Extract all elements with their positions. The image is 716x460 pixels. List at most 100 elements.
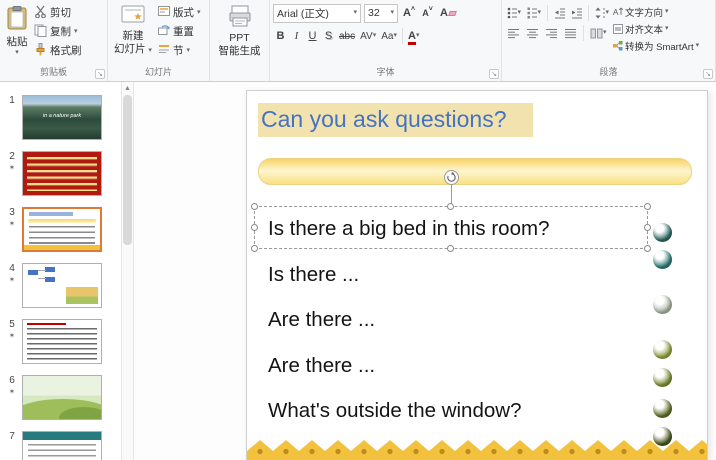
format-painter-button[interactable]: 格式刷 [31,41,85,60]
slide-thumbnail-image[interactable] [22,263,102,308]
align-left-button[interactable] [505,23,522,43]
font-color-dropdown-icon[interactable]: ▾ [416,32,420,40]
resize-handle-middle-right[interactable] [644,223,651,231]
cut-label: 剪切 [50,7,71,19]
increase-indent-button[interactable] [569,3,584,23]
list-bullet-sphere[interactable] [653,223,672,242]
slide-thumbnail-1[interactable]: 1 in a nature park [5,95,121,140]
animation-star-icon: ✶ [8,331,16,340]
paragraph-dialog-launcher[interactable]: ↘ [703,69,713,79]
align-right-button[interactable] [543,23,560,43]
slide-thumbnail-image[interactable] [22,375,102,420]
thumbnails-scrollbar[interactable]: ▲ [121,82,134,460]
text-direction-dropdown-icon[interactable]: ▾ [665,8,669,16]
cut-button[interactable]: 剪切 [31,3,85,22]
character-spacing-button[interactable]: AV ▾ [358,26,378,46]
align-text-button[interactable]: 对齐文本 ▾ [613,20,709,37]
slide[interactable]: Can you ask questions? Is there a big be… [246,90,708,460]
change-case-button[interactable]: Aa ▾ [379,26,399,46]
change-case-dropdown-icon[interactable]: ▾ [393,32,397,40]
new-slide-label-line1: 新建 [122,30,144,42]
text-direction-button[interactable]: A 文字方向 ▾ [613,3,709,20]
slide-thumbnail-image[interactable] [22,151,102,196]
question-line[interactable]: Are there ... [261,343,645,389]
clipboard-dialog-launcher[interactable]: ↘ [95,69,105,79]
slide-thumbnail-2[interactable]: 2 ✶ [5,151,121,196]
decorative-banner-shape[interactable] [258,158,692,185]
columns-button[interactable]: ▾ [588,23,609,43]
slide-thumbnail-7[interactable]: 7 [5,431,121,460]
columns-dropdown-icon[interactable]: ▾ [603,29,607,37]
layout-button[interactable]: 版式 ▾ [155,3,204,22]
scroll-up-icon[interactable]: ▲ [122,82,133,95]
slide-thumbnail-6[interactable]: 6 ✶ [5,375,121,420]
font-name-combo[interactable]: Arial (正文) ▾ [273,3,361,23]
decrease-indent-button[interactable] [552,3,567,23]
resize-handle-top-right[interactable] [644,203,651,210]
list-bullet-sphere[interactable] [653,399,672,418]
strikethrough-button[interactable]: abc [337,26,357,46]
slide-thumbnail-4[interactable]: 4 ✶ [5,263,121,308]
paste-dropdown-icon[interactable]: ▾ [15,49,19,57]
slide-thumbnail-5[interactable]: 5 ✶ [5,319,121,364]
bullets-dropdown-icon[interactable]: ▾ [517,9,521,17]
convert-smartart-dropdown-icon[interactable]: ▾ [696,42,700,50]
reset-button[interactable]: 重置 [155,22,204,41]
align-center-button[interactable] [524,23,541,43]
question-line[interactable]: What's outside the window? [261,388,645,434]
increase-font-size-button[interactable]: A ˄ [401,3,417,23]
copy-icon [34,24,47,40]
font-size-combo[interactable]: 32 ▾ [364,3,398,23]
decorative-zigzag-border[interactable] [247,438,707,460]
rotate-handle[interactable] [444,170,459,185]
character-spacing-dropdown-icon[interactable]: ▾ [373,32,377,40]
new-slide-dropdown-icon[interactable]: ▾ [148,47,152,54]
new-slide-button[interactable]: 新建 幻灯片 ▾ [111,3,155,58]
numbering-button[interactable]: ▾ [525,3,543,23]
question-line[interactable]: Is there ... [261,252,645,298]
layout-dropdown-icon[interactable]: ▾ [197,9,201,17]
question-line[interactable]: Are there ... [261,297,645,343]
font-color-button[interactable]: A ▾ [406,26,421,46]
font-name-dropdown-icon[interactable]: ▾ [353,9,357,17]
list-bullet-sphere[interactable] [653,295,672,314]
section-dropdown-icon[interactable]: ▾ [186,47,190,55]
resize-handle-bottom-left[interactable] [251,245,258,252]
scrollbar-thumb[interactable] [123,95,132,245]
text-shadow-button[interactable]: S [321,26,336,46]
question-line[interactable]: Is there a big bed in this room? [261,206,645,252]
slide-thumbnail-image[interactable] [22,431,102,460]
decrease-font-size-button[interactable]: A ˅ [420,3,435,23]
ppt-generate-button[interactable]: PPT 智能生成 [216,3,264,60]
resize-handle-bottom-right[interactable] [644,245,651,252]
align-text-dropdown-icon[interactable]: ▾ [665,25,669,33]
underline-button[interactable]: U [305,26,320,46]
list-bullet-sphere[interactable] [653,340,672,359]
list-bullet-sphere[interactable] [653,250,672,269]
bold-button[interactable]: B [273,26,288,46]
line-spacing-button[interactable]: ▾ [593,3,611,23]
numbering-dropdown-icon[interactable]: ▾ [537,9,541,17]
bullets-button[interactable]: ▾ [505,3,523,23]
resize-handle-middle-left[interactable] [251,223,258,231]
font-dialog-launcher[interactable]: ↘ [489,69,499,79]
section-button[interactable]: 节 ▾ [155,41,204,60]
list-bullet-sphere[interactable] [653,368,672,387]
justify-button[interactable] [562,23,579,43]
font-size-dropdown-icon[interactable]: ▾ [390,9,394,17]
clear-formatting-button[interactable]: A [438,3,458,23]
slide-thumbnail-image[interactable] [22,207,102,252]
copy-dropdown-icon[interactable]: ▾ [74,28,78,36]
convert-smartart-button[interactable]: 转换为 SmartArt ▾ [613,37,709,54]
line-spacing-dropdown-icon[interactable]: ▾ [605,9,609,17]
slide-title[interactable]: Can you ask questions? [258,103,533,137]
convert-smartart-label: 转换为 SmartArt [625,41,694,53]
slide-thumbnail-3[interactable]: 3 ✶ [5,207,121,252]
paste-button[interactable]: 粘贴 ▾ [3,3,31,59]
slide-thumbnail-image[interactable] [22,319,102,364]
text-direction-icon: A [613,7,623,17]
resize-handle-top-left[interactable] [251,203,258,210]
slide-thumbnail-image[interactable]: in a nature park [22,95,102,140]
copy-button[interactable]: 复制 ▾ [31,22,85,41]
italic-button[interactable]: I [289,26,304,46]
